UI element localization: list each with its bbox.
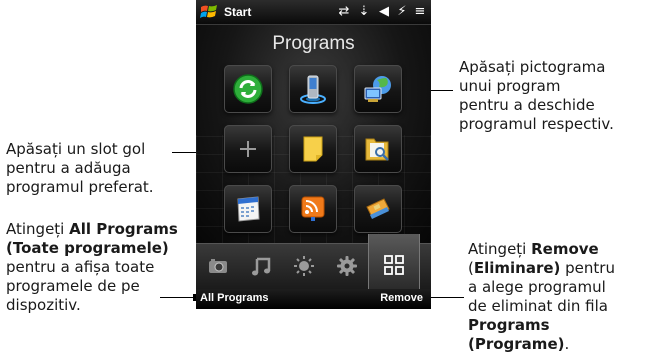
callout-tap-icon: Apăsați pictograma unui program pentru a… bbox=[459, 58, 614, 133]
callout-remove: Atingeți Remove (Eliminare) pentru a ale… bbox=[468, 240, 615, 353]
programs-panel: Programs bbox=[196, 25, 431, 245]
calendar-icon bbox=[237, 196, 260, 222]
tab-weather[interactable] bbox=[284, 244, 324, 290]
rss-icon bbox=[301, 196, 325, 221]
sun-icon bbox=[294, 256, 314, 276]
callout-all-programs: Atingeți All Programs (Toate programele)… bbox=[6, 220, 178, 314]
tab-music[interactable] bbox=[241, 244, 281, 290]
sync-icon bbox=[233, 74, 263, 104]
tab-settings[interactable] bbox=[327, 244, 367, 290]
tab-bar bbox=[196, 234, 431, 290]
battery-icon: ⚡ bbox=[397, 4, 407, 19]
file-search-icon bbox=[365, 138, 389, 161]
softkey-bar: All Programs Remove bbox=[196, 289, 431, 309]
leader-line-all-programs bbox=[160, 297, 196, 298]
volume-icon: ◀ bbox=[379, 4, 389, 19]
phone-screen: Start ⇄ ⇣ ◀ ⚡ ≡ Programs All Programs Re… bbox=[196, 0, 431, 309]
program-tile-notes[interactable] bbox=[289, 125, 337, 173]
globe-icon bbox=[364, 76, 391, 102]
status-bar: Start ⇄ ⇣ ◀ ⚡ ≡ bbox=[196, 0, 431, 25]
program-grid-icon bbox=[384, 255, 404, 275]
gear-icon bbox=[337, 256, 357, 276]
add-slot-icon bbox=[240, 141, 256, 157]
program-tile-internet[interactable] bbox=[354, 65, 402, 113]
windows-logo-icon[interactable] bbox=[200, 4, 218, 20]
program-tile-calendar[interactable] bbox=[224, 185, 272, 233]
program-tile-sync[interactable] bbox=[224, 65, 272, 113]
sim-card-icon bbox=[366, 198, 390, 219]
program-tile-file-explorer[interactable] bbox=[354, 125, 402, 173]
phone-icon bbox=[300, 75, 326, 104]
remove-softkey[interactable]: Remove bbox=[380, 292, 423, 304]
notes-icon bbox=[303, 136, 323, 162]
page-title: Programs bbox=[272, 33, 355, 54]
callout-empty-slot: Apăsați un slot gol pentru a adăuga prog… bbox=[6, 140, 154, 196]
tab-photos[interactable] bbox=[198, 244, 238, 290]
all-programs-softkey[interactable]: All Programs bbox=[200, 292, 268, 304]
camera-icon bbox=[209, 259, 227, 273]
empty-program-slot[interactable] bbox=[224, 125, 272, 173]
signal-icon: ⇣ bbox=[358, 4, 370, 19]
program-tile-rss[interactable] bbox=[289, 185, 337, 233]
start-label[interactable]: Start bbox=[224, 5, 251, 19]
music-note-icon bbox=[252, 257, 271, 276]
tab-programs[interactable] bbox=[368, 234, 420, 290]
program-tile-sim[interactable] bbox=[354, 185, 402, 233]
program-tile-phone[interactable] bbox=[289, 65, 337, 113]
sync-arrows-icon: ⇄ bbox=[338, 4, 350, 19]
menu-icon[interactable]: ≡ bbox=[412, 4, 428, 20]
